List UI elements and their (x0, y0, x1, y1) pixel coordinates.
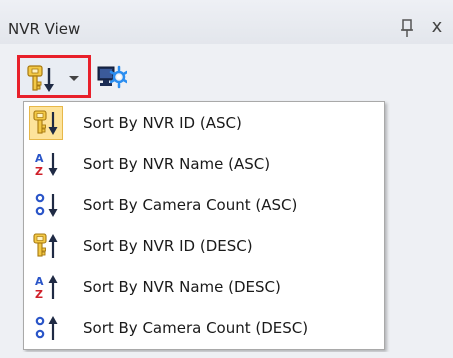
nvr-settings-icon[interactable] (97, 62, 127, 92)
menu-item-sort-count-desc[interactable]: Sort By Camera Count (DESC) (27, 309, 382, 347)
svg-text:Z: Z (35, 165, 43, 178)
menu-item-sort-count-asc[interactable]: Sort By Camera Count (ASC) (27, 186, 382, 224)
sort-name-asc-icon: A Z (35, 152, 58, 178)
svg-text:Z: Z (35, 288, 43, 301)
panel-titlebar: NVR View x (0, 0, 453, 44)
sort-count-desc-icon (35, 316, 58, 340)
sort-key-down-icon (27, 65, 54, 92)
pin-icon[interactable] (397, 17, 419, 39)
panel-bottom-edge (0, 352, 453, 358)
menu-item-sort-id-asc[interactable]: Sort By NVR ID (ASC) (27, 104, 382, 142)
menu-item-label: Sort By Camera Count (DESC) (83, 319, 309, 337)
menu-item-sort-name-asc[interactable]: A Z Sort By NVR Name (ASC) (27, 145, 382, 183)
sort-id-asc-icon (33, 110, 58, 135)
menu-item-label: Sort By NVR ID (ASC) (83, 114, 242, 132)
sort-dropdown-button[interactable] (17, 55, 91, 98)
menu-item-label: Sort By NVR ID (DESC) (83, 237, 253, 255)
menu-item-sort-name-desc[interactable]: A Z Sort By NVR Name (DESC) (27, 268, 382, 306)
close-button[interactable]: x (425, 14, 449, 40)
menu-item-label: Sort By Camera Count (ASC) (83, 196, 298, 214)
menu-item-sort-id-desc[interactable]: Sort By NVR ID (DESC) (27, 227, 382, 265)
nvr-view-panel: NVR View x Sort By NVR ID (ASC) A Z Sort… (0, 0, 453, 358)
menu-item-label: Sort By NVR Name (ASC) (83, 155, 271, 173)
svg-text:A: A (35, 275, 44, 288)
sort-count-asc-icon (35, 193, 58, 217)
sort-name-desc-icon: A Z (35, 275, 58, 301)
svg-text:A: A (35, 152, 44, 165)
menu-item-label: Sort By NVR Name (DESC) (83, 278, 281, 296)
sort-menu: Sort By NVR ID (ASC) A Z Sort By NVR Nam… (23, 101, 385, 350)
panel-title: NVR View (8, 20, 81, 38)
sort-id-desc-icon (33, 233, 58, 258)
chevron-down-icon (69, 76, 79, 81)
